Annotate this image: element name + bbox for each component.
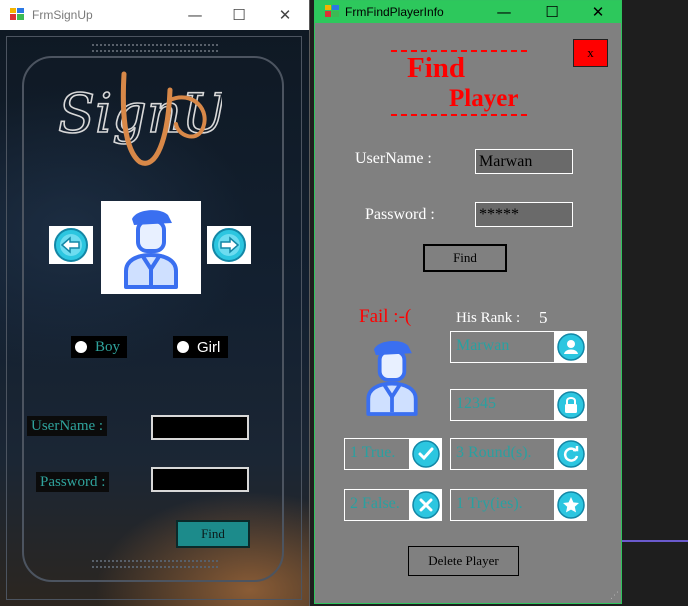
lock-icon [557, 391, 585, 419]
next-avatar-button[interactable] [207, 226, 251, 264]
username-input[interactable] [151, 415, 249, 440]
check-icon [412, 440, 440, 468]
window-title: FrmFindPlayerInfo [345, 5, 444, 19]
maximize-button[interactable]: ☐ [216, 0, 262, 30]
radio-circle [177, 341, 189, 353]
check-icon-box [410, 438, 442, 470]
password-input[interactable] [151, 467, 249, 492]
player-name-field: Marwan [450, 331, 555, 363]
signup-window: FrmSignUp — ☐ ✕ SignUp [0, 0, 310, 606]
form-close-button[interactable]: x [573, 39, 608, 67]
heading-find: Find [407, 52, 466, 84]
user-icon-box [555, 331, 587, 363]
maximize-button[interactable]: ☐ [529, 1, 575, 23]
signup-logo: SignUp [57, 71, 222, 166]
previous-avatar-button[interactable] [49, 226, 93, 264]
app-icon [10, 8, 24, 20]
player-password-field: 12345 [450, 389, 555, 421]
find-player-button[interactable]: Find [423, 244, 507, 272]
rounds-field: 3 Round(s). [450, 438, 555, 470]
star-icon [557, 491, 585, 519]
user-icon [557, 333, 585, 361]
window-title: FrmSignUp [32, 8, 93, 22]
radio-girl[interactable]: Girl [173, 336, 228, 358]
find-username-input[interactable]: Marwan [475, 149, 573, 174]
app-icon [325, 5, 339, 17]
tries-field: 1 Try(ies). [450, 489, 555, 521]
signup-find-button[interactable]: Find [176, 520, 250, 548]
rank-label: His Rank : [456, 310, 521, 326]
signup-titlebar[interactable]: FrmSignUp — ☐ ✕ [0, 0, 309, 30]
password-label: Password : [36, 472, 110, 492]
radio-boy[interactable]: Boy [71, 336, 127, 358]
refresh-icon-box [555, 438, 587, 470]
false-count-field: 2 False. [344, 489, 410, 521]
status-text: Fail :-( [359, 306, 412, 327]
heading-divider-bottom [391, 114, 527, 116]
close-button[interactable]: ✕ [575, 1, 621, 23]
star-icon-box [555, 489, 587, 521]
find-password-input[interactable]: ***** [475, 202, 573, 227]
heading-player: Player [449, 85, 519, 112]
find-player-window: FrmFindPlayerInfo — ☐ ✕ x Find Player Us… [314, 0, 622, 604]
lock-icon-box [555, 389, 587, 421]
arrow-left-icon [54, 228, 88, 262]
player-avatar-icon [366, 341, 418, 416]
resize-grip[interactable]: ⋰ [610, 591, 619, 601]
desktop-background [622, 0, 688, 606]
delete-player-button[interactable]: Delete Player [408, 546, 519, 576]
close-button[interactable]: ✕ [262, 0, 308, 30]
frame-ornament-top [92, 44, 218, 52]
find-titlebar[interactable]: FrmFindPlayerInfo — ☐ ✕ [315, 1, 621, 23]
arrow-right-icon [212, 228, 246, 262]
avatar-icon [124, 209, 178, 289]
minimize-button[interactable]: — [172, 0, 218, 30]
true-count-field: 1 True. [344, 438, 410, 470]
desktop-accent-line [622, 540, 688, 542]
cross-icon-box [410, 489, 442, 521]
find-username-label: UserName : [355, 150, 432, 167]
avatar-preview [101, 201, 201, 294]
username-label: UserName : [27, 416, 108, 436]
radio-boy-label: Boy [95, 338, 121, 355]
radio-girl-label: Girl [197, 338, 221, 356]
cross-icon [412, 491, 440, 519]
rank-value: 5 [539, 308, 548, 327]
radio-circle [75, 341, 87, 353]
find-password-label: Password : [365, 206, 435, 223]
frame-ornament-bottom [92, 560, 218, 568]
refresh-icon [557, 440, 585, 468]
minimize-button[interactable]: — [481, 1, 527, 23]
